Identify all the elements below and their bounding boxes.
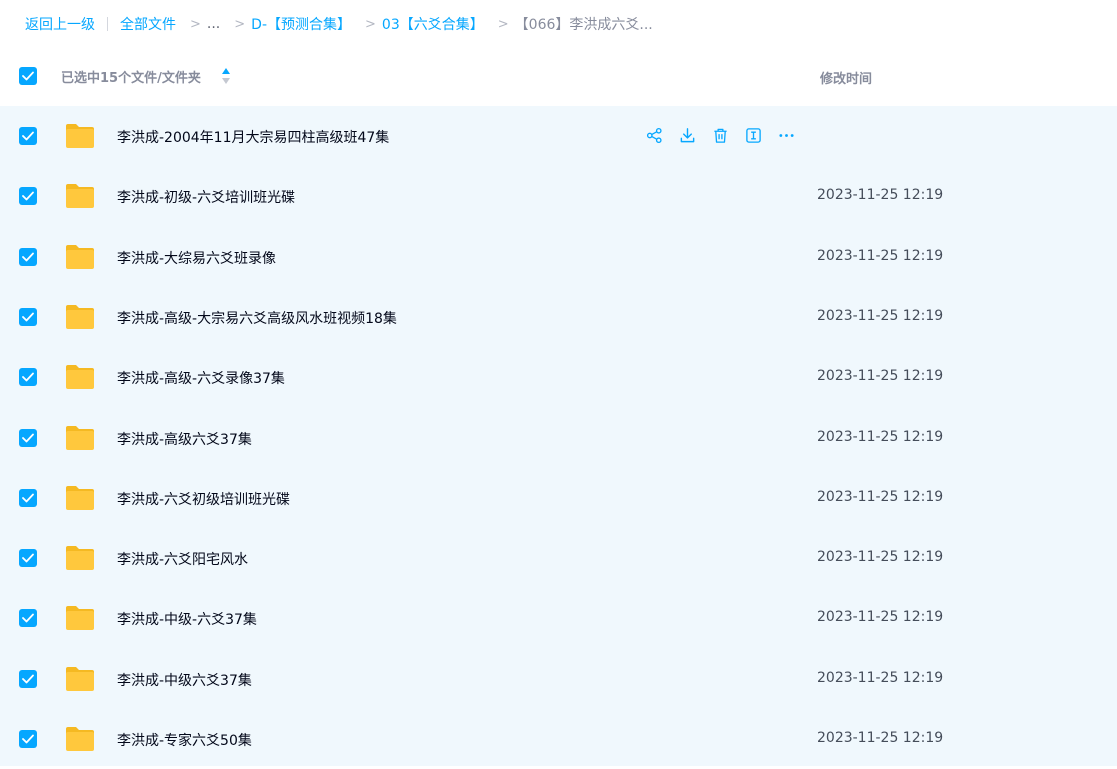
check-icon — [22, 191, 34, 201]
file-name[interactable]: 李洪成-2004年11月大宗易四柱高级班47集 — [117, 127, 389, 147]
row-checkbox[interactable] — [19, 429, 37, 447]
file-name[interactable]: 李洪成-大综易六爻班录像 — [117, 248, 276, 268]
folder-icon — [65, 424, 95, 451]
file-name[interactable]: 李洪成-初级-六爻培训班光碟 — [117, 187, 295, 207]
check-icon — [22, 613, 34, 623]
breadcrumb-ellipsis[interactable]: ... — [207, 16, 220, 32]
breadcrumb-separator-icon: > — [365, 16, 376, 32]
breadcrumb-separator-icon: > — [497, 16, 509, 32]
file-row[interactable]: 李洪成-中级六爻37集 2023-11-25 12:19 — [0, 649, 1117, 709]
breadcrumb: 返回上一级 全部文件 > ... > D-【预测合集】 > 03【六爻合集】 >… — [0, 0, 1117, 48]
file-row[interactable]: 李洪成-六爻初级培训班光碟 2023-11-25 12:19 — [0, 468, 1117, 528]
file-row[interactable]: 李洪成-六爻阳宅风水 2023-11-25 12:19 — [0, 528, 1117, 588]
breadcrumb-level1[interactable]: D-【预测合集】 — [251, 14, 351, 34]
check-icon — [22, 674, 34, 684]
row-checkbox[interactable] — [19, 187, 37, 205]
file-row[interactable]: 李洪成-中级-六爻37集 2023-11-25 12:19 — [0, 588, 1117, 648]
share-icon[interactable] — [645, 126, 663, 144]
selection-count-label: 已选中15个文件/文件夹 — [61, 71, 201, 86]
file-row[interactable]: 李洪成-初级-六爻培训班光碟 2023-11-25 12:19 — [0, 166, 1117, 226]
folder-icon — [65, 544, 95, 571]
modified-time: 2023-11-25 12:19 — [817, 308, 944, 324]
row-checkbox[interactable] — [19, 368, 37, 386]
rename-icon[interactable] — [744, 126, 762, 144]
row-checkbox[interactable] — [19, 308, 37, 326]
modified-time: 2023-11-25 12:19 — [817, 609, 944, 625]
breadcrumb-current: 【066】李洪成六爻... — [514, 17, 653, 33]
folder-icon — [65, 243, 95, 270]
modified-time: 2023-11-25 12:19 — [817, 368, 944, 384]
folder-icon — [65, 303, 95, 330]
file-row[interactable]: 李洪成-2004年11月大宗易四柱高级班47集 — [0, 106, 1117, 166]
folder-icon — [65, 122, 95, 149]
file-name[interactable]: 李洪成-中级六爻37集 — [117, 670, 252, 690]
file-name[interactable]: 李洪成-专家六爻50集 — [117, 730, 252, 750]
folder-icon — [65, 725, 95, 752]
modified-time: 2023-11-25 12:19 — [817, 549, 944, 565]
breadcrumb-divider — [107, 17, 108, 31]
file-name[interactable]: 李洪成-高级-六爻录像37集 — [117, 368, 285, 388]
check-icon — [22, 312, 34, 322]
file-list-header: 已选中15个文件/文件夹 修改时间 — [0, 50, 1117, 102]
file-row[interactable]: 李洪成-专家六爻50集 2023-11-25 12:19 — [0, 709, 1117, 769]
modified-time: 2023-11-25 12:19 — [817, 187, 944, 203]
more-icon[interactable] — [777, 126, 795, 144]
row-checkbox[interactable] — [19, 489, 37, 507]
check-icon — [22, 734, 34, 744]
check-icon — [22, 372, 34, 382]
select-all-checkbox[interactable] — [19, 67, 37, 85]
row-checkbox[interactable] — [19, 549, 37, 567]
breadcrumb-separator-icon: > — [190, 16, 201, 32]
check-icon — [22, 131, 34, 141]
modified-time: 2023-11-25 12:19 — [817, 670, 944, 686]
breadcrumb-level2[interactable]: 03【六爻合集】 — [382, 14, 484, 34]
folder-icon — [65, 182, 95, 209]
file-name[interactable]: 李洪成-六爻初级培训班光碟 — [117, 489, 290, 509]
modified-time-column-header[interactable]: 修改时间 — [820, 68, 872, 87]
delete-icon[interactable] — [711, 126, 729, 144]
check-icon — [22, 252, 34, 262]
folder-icon — [65, 484, 95, 511]
folder-icon — [65, 604, 95, 631]
modified-time: 2023-11-25 12:19 — [817, 429, 944, 445]
file-name[interactable]: 李洪成-中级-六爻37集 — [117, 609, 257, 629]
row-checkbox[interactable] — [19, 127, 37, 145]
breadcrumb-separator-icon: > — [234, 16, 246, 32]
row-checkbox[interactable] — [19, 248, 37, 266]
row-checkbox[interactable] — [19, 609, 37, 627]
file-list: 李洪成-2004年11月大宗易四柱高级班47集 李洪成-初级-六爻培训班光碟 202… — [0, 106, 1117, 766]
row-checkbox[interactable] — [19, 730, 37, 748]
check-icon — [22, 553, 34, 563]
file-name[interactable]: 李洪成-六爻阳宅风水 — [117, 549, 248, 569]
modified-time: 2023-11-25 12:19 — [817, 489, 944, 505]
folder-icon — [65, 665, 95, 692]
file-name[interactable]: 李洪成-高级-大宗易六爻高级风水班视频18集 — [117, 308, 397, 328]
file-row[interactable]: 李洪成-高级-大宗易六爻高级风水班视频18集 2023-11-25 12:19 — [0, 287, 1117, 347]
file-row[interactable]: 李洪成-大综易六爻班录像 2023-11-25 12:19 — [0, 227, 1117, 287]
check-icon — [22, 71, 34, 81]
file-row[interactable]: 李洪成-高级六爻37集 2023-11-25 12:19 — [0, 408, 1117, 468]
modified-time: 2023-11-25 12:19 — [817, 730, 944, 746]
back-link[interactable]: 返回上一级 — [25, 14, 95, 34]
file-row[interactable]: 李洪成-高级-六爻录像37集 2023-11-25 12:19 — [0, 347, 1117, 407]
row-checkbox[interactable] — [19, 670, 37, 688]
file-name[interactable]: 李洪成-高级六爻37集 — [117, 429, 252, 449]
sort-icon[interactable] — [220, 66, 232, 86]
modified-time: 2023-11-25 12:19 — [817, 248, 944, 264]
row-actions — [645, 126, 810, 144]
folder-icon — [65, 363, 95, 390]
check-icon — [22, 493, 34, 503]
check-icon — [22, 433, 34, 443]
breadcrumb-all-files[interactable]: 全部文件 — [120, 14, 176, 34]
download-icon[interactable] — [678, 126, 696, 144]
